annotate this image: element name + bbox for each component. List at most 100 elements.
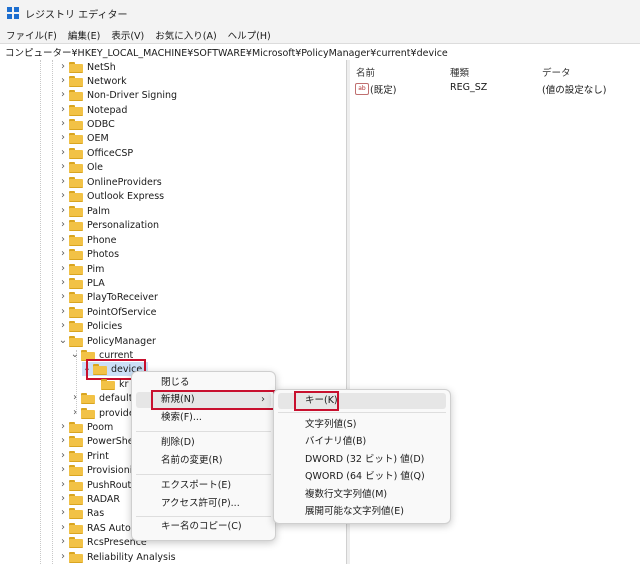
chevron-right-icon[interactable]: › [58,305,68,319]
new-highlight-box [151,390,275,410]
chevron-right-icon[interactable]: › [58,204,68,218]
registry-editor-icon [7,7,19,19]
chevron-right-icon[interactable]: › [58,506,68,520]
folder-icon [69,206,83,217]
tree-item[interactable]: › PowerShell [58,434,139,448]
menu-item-delete[interactable]: 削除(D) [136,435,271,451]
menu-help[interactable]: ヘルプ(H) [222,28,276,42]
tree-item[interactable]: › NetSh [58,60,116,74]
folder-icon [81,393,95,404]
menu-item-rename[interactable]: 名前の変更(R) [136,453,271,469]
window-title: レジストリ エディター [25,9,128,21]
chevron-right-icon[interactable]: › [70,391,80,405]
chevron-right-icon[interactable]: › [58,420,68,434]
submenu-item-string[interactable]: 文字列値(S) [278,417,446,433]
menu-item-copy-key-name[interactable]: キー名のコピー(C) [136,519,271,535]
tree-item[interactable]: › RADAR [58,492,120,506]
tree-item-providers[interactable]: › provide [70,406,135,420]
submenu-item-expandable-string[interactable]: 展開可能な文字列値(E) [278,504,446,520]
value-row[interactable]: ab (既定) REG_SZ (値の設定なし) [350,82,640,96]
tree-item[interactable]: › Outlook Express [58,189,164,203]
folder-icon [69,191,83,202]
tree-item[interactable]: › PointOfService [58,305,157,319]
tree-item[interactable]: › PushRoute [58,478,137,492]
chevron-right-icon[interactable]: › [58,247,68,261]
chevron-right-icon[interactable]: › [58,262,68,276]
tree-item-default[interactable]: › default [70,391,132,405]
chevron-right-icon[interactable]: › [58,160,68,174]
chevron-right-icon[interactable]: › [58,449,68,463]
menu-favorites[interactable]: お気に入り(A) [149,28,221,42]
chevron-right-icon[interactable]: › [58,233,68,247]
chevron-right-icon[interactable]: › [58,463,68,477]
tree-item[interactable]: › Notepad [58,103,127,117]
folder-icon [69,278,83,289]
tree-item[interactable]: › PlayToReceiver [58,290,158,304]
chevron-right-icon[interactable]: › [58,146,68,160]
chevron-right-icon[interactable]: › [58,434,68,448]
chevron-right-icon[interactable]: › [58,175,68,189]
tree-item[interactable]: › Phone [58,233,116,247]
tree-item[interactable]: › OfficeCSP [58,146,133,160]
chevron-right-icon[interactable]: › [58,276,68,290]
tree-item[interactable]: › OEM [58,131,109,145]
column-header-data[interactable]: データ [542,65,571,79]
folder-icon [69,162,83,173]
chevron-right-icon[interactable]: › [70,406,80,420]
chevron-down-icon[interactable]: ⌄ [70,348,80,362]
tree-item[interactable]: › Photos [58,247,119,261]
menu-item-permissions[interactable]: アクセス許可(P)... [136,496,271,512]
chevron-right-icon[interactable]: › [58,521,68,535]
tree-item[interactable]: › RAS AutoD [58,521,138,535]
menu-view[interactable]: 表示(V) [105,28,149,42]
chevron-right-icon[interactable]: › [58,131,68,145]
chevron-right-icon[interactable]: › [58,218,68,232]
folder-icon [69,235,83,246]
chevron-right-icon[interactable]: › [58,290,68,304]
submenu-item-binary[interactable]: バイナリ値(B) [278,434,446,450]
tree-item[interactable]: › Ole [58,160,103,174]
chevron-right-icon[interactable]: › [58,103,68,117]
menu-edit[interactable]: 編集(E) [62,28,105,42]
folder-icon [69,451,83,462]
chevron-right-icon[interactable]: › [58,535,68,549]
menu-item-export[interactable]: エクスポート(E) [136,478,271,494]
folder-icon [69,76,83,87]
menu-item-close[interactable]: 閉じる [136,375,296,391]
chevron-down-icon[interactable]: ⌄ [58,334,68,348]
tree-item[interactable]: › Policies [58,319,122,333]
column-header-name[interactable]: 名前 [356,65,375,79]
submenu-item-qword[interactable]: QWORD (64 ビット) 値(Q) [278,469,446,485]
tree-item[interactable]: › Pim [58,262,104,276]
tree-item[interactable]: › PLA [58,276,105,290]
tree-item[interactable]: › Reliability Analysis [58,550,176,564]
menu-separator [278,412,446,413]
menu-file[interactable]: ファイル(F) [0,28,62,42]
chevron-right-icon[interactable]: › [58,117,68,131]
tree-item[interactable]: › OnlineProviders [58,175,162,189]
tree-item[interactable]: › Network [58,74,127,88]
submenu-item-multi-string[interactable]: 複数行文字列値(M) [278,487,446,503]
submenu-item-dword[interactable]: DWORD (32 ビット) 値(D) [278,452,446,468]
tree-item[interactable]: › Print [58,449,109,463]
tree-item[interactable]: › ODBC [58,117,115,131]
tree-item[interactable]: › Non-Driver Signing [58,88,177,102]
menu-separator [136,516,271,517]
chevron-right-icon[interactable]: › [58,60,68,74]
tree-item[interactable]: › Poom [58,420,113,434]
column-header-type[interactable]: 種類 [450,65,469,79]
chevron-right-icon[interactable]: › [58,74,68,88]
chevron-right-icon[interactable]: › [58,492,68,506]
tree-item[interactable]: › Palm [58,204,110,218]
chevron-right-icon[interactable]: › [58,550,68,564]
chevron-right-icon[interactable]: › [58,189,68,203]
tree-item[interactable]: › Ras [58,506,104,520]
chevron-right-icon[interactable]: › [58,478,68,492]
menu-item-find[interactable]: 検索(F)... [136,410,271,426]
chevron-right-icon[interactable]: › [58,88,68,102]
tree-item-device-child[interactable]: kr [100,377,128,391]
chevron-right-icon[interactable]: › [58,319,68,333]
tree-item[interactable]: › Personalization [58,218,159,232]
address-input[interactable] [0,44,635,59]
tree-item-policymanager[interactable]: ⌄ PolicyManager [58,334,156,348]
